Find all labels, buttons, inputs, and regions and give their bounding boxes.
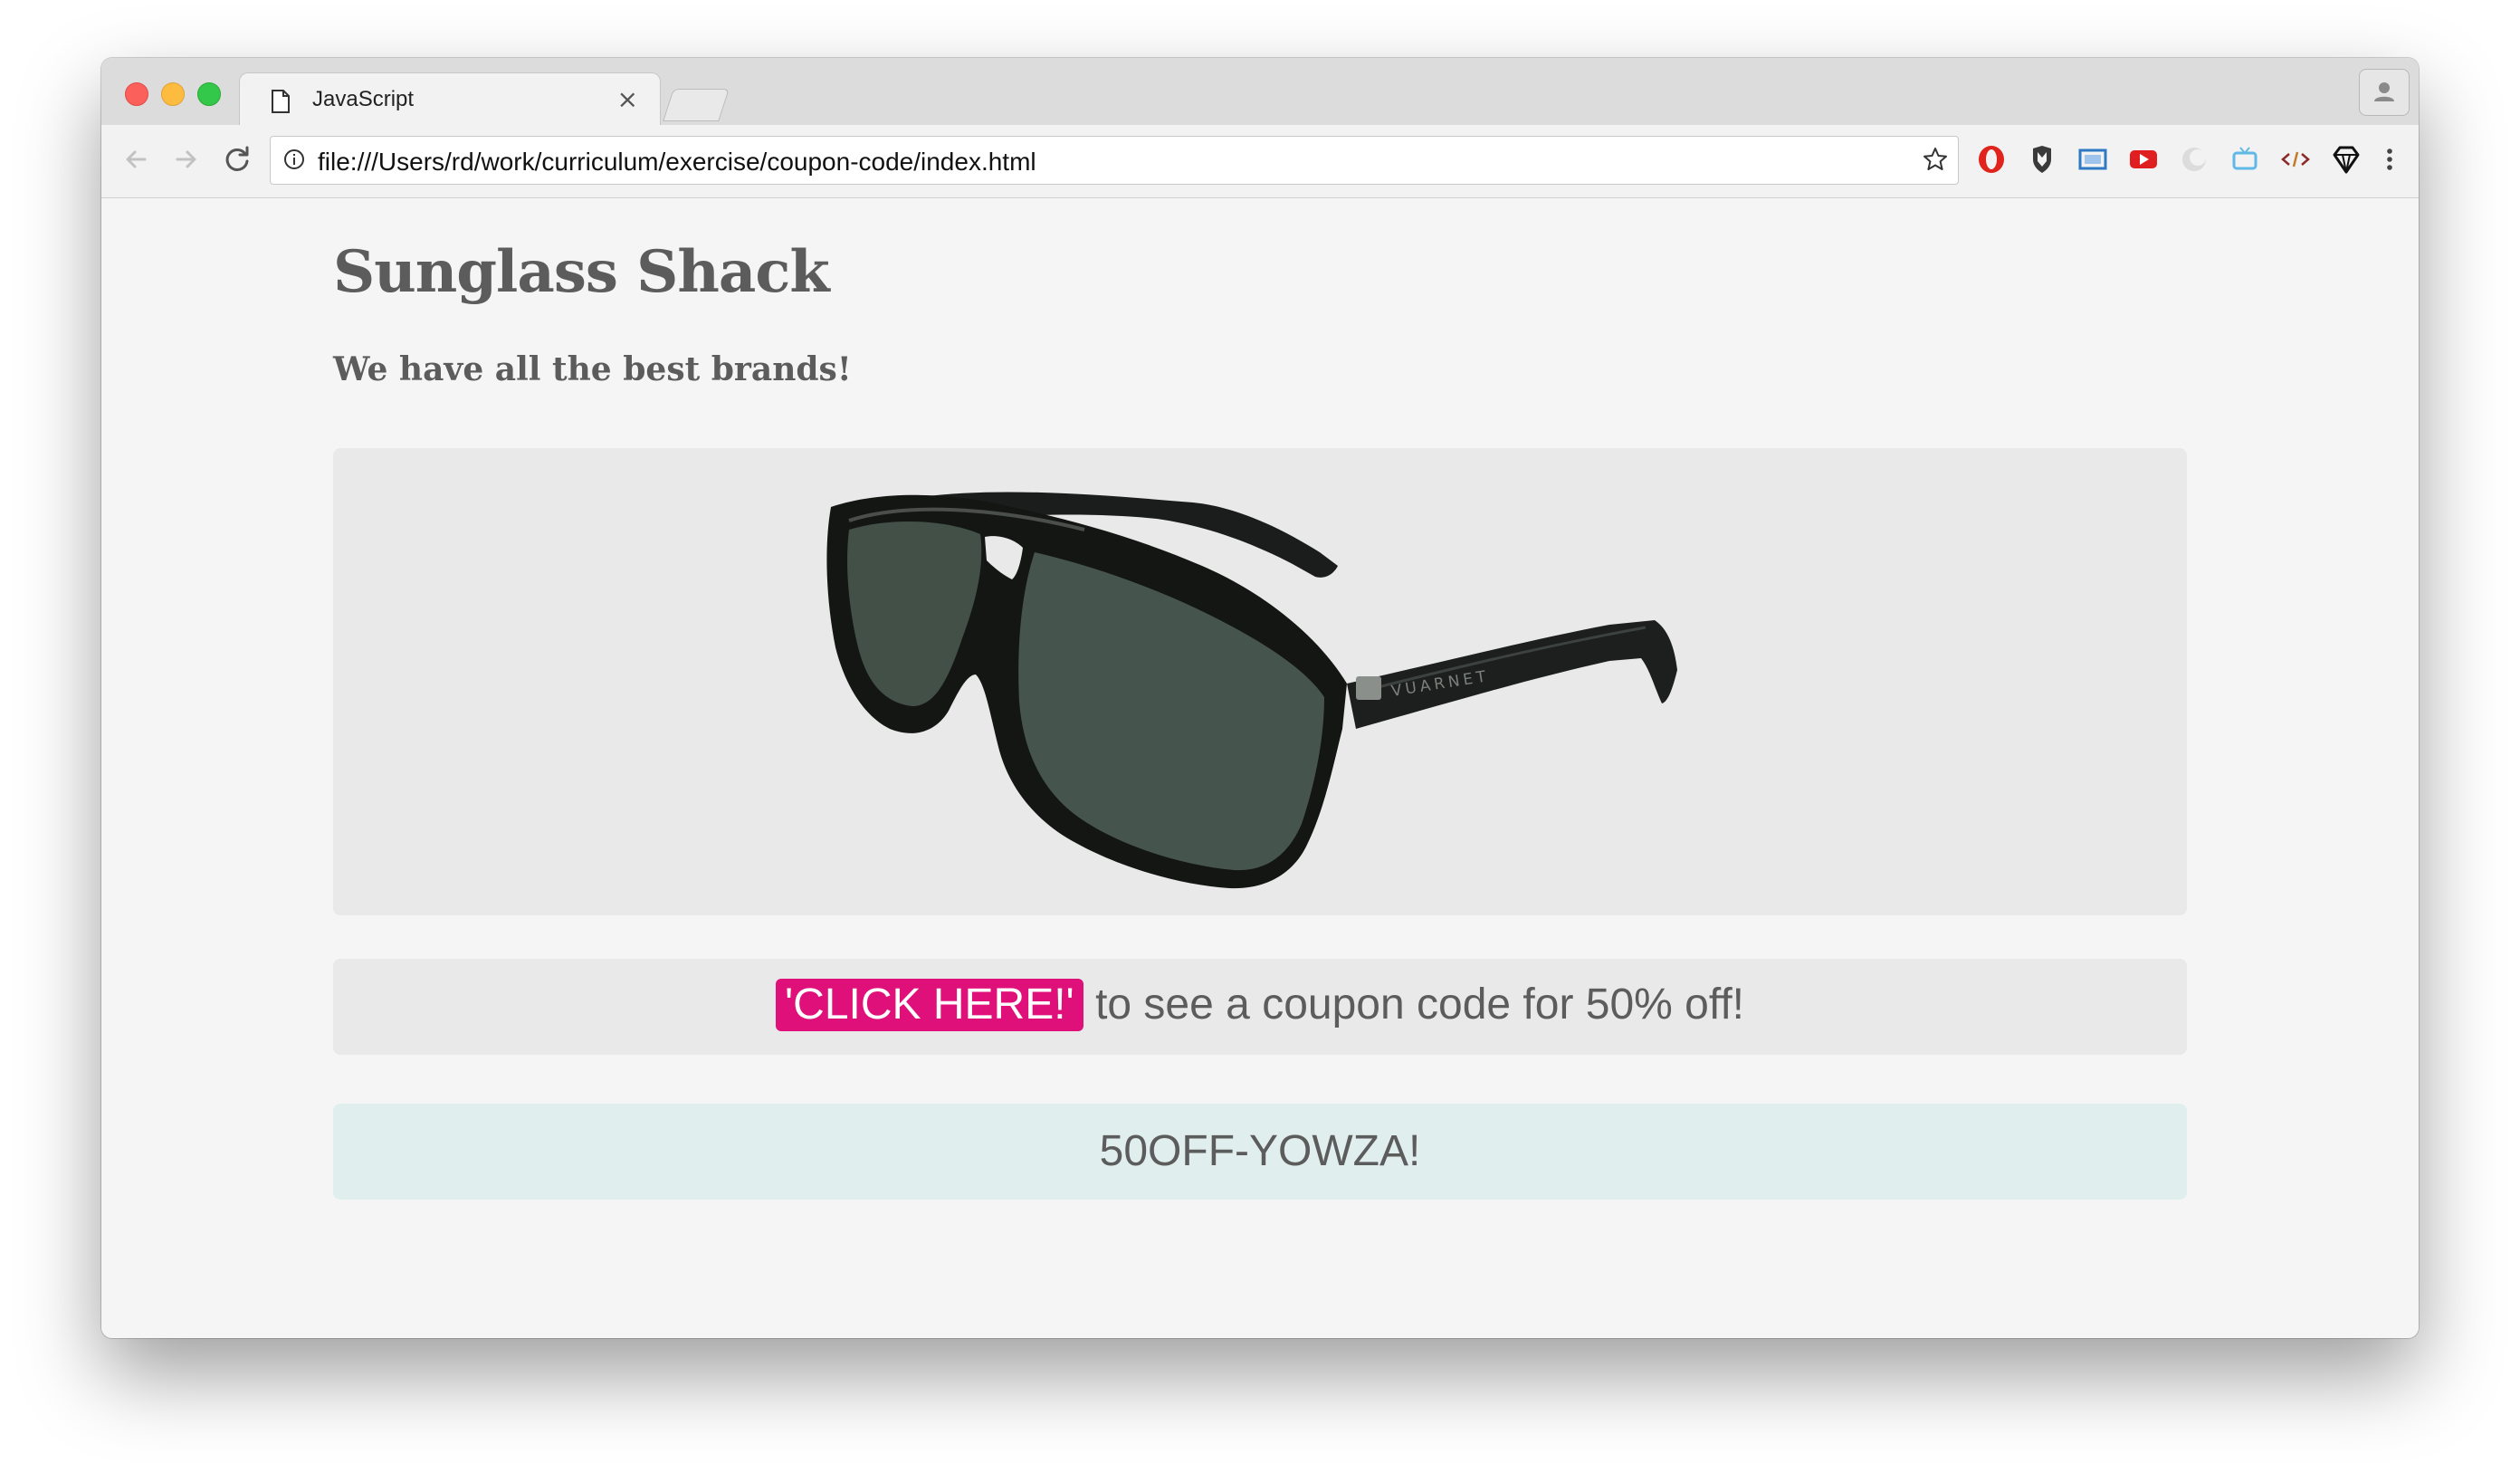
ghost-icon[interactable] — [2178, 143, 2210, 176]
sunglasses-image: VUARNET — [826, 492, 1677, 889]
new-tab-button[interactable] — [663, 89, 730, 121]
click-here-button[interactable]: 'CLICK HERE!' — [775, 979, 1083, 1032]
person-icon — [2374, 82, 2394, 101]
coupon-prompt-bar: 'CLICK HERE!' to see a coupon code for 5… — [333, 959, 2187, 1055]
page-content: Sunglass Shack We have all the best bran… — [101, 198, 2419, 1338]
browser-toolbar: file:///Users/rd/work/curriculum/exercis… — [101, 125, 2419, 198]
coupon-prompt-text: to see a coupon code for 50% off! — [1095, 981, 1745, 1029]
title-bar: JavaScript × — [101, 58, 2419, 126]
opera-icon[interactable] — [1975, 143, 2008, 176]
bookmark-star-icon[interactable] — [1922, 146, 1949, 173]
page-title: Sunglass Shack — [333, 238, 830, 306]
tab-javascript[interactable]: JavaScript × — [239, 72, 661, 126]
close-tab-button[interactable]: × — [617, 84, 638, 114]
tab-title: JavaScript — [312, 87, 415, 111]
screen-capture-icon[interactable] — [2076, 143, 2109, 176]
coupon-code-text: 50OFF-YOWZA! — [1099, 1127, 1421, 1175]
tagline: We have all the best brands! — [333, 350, 852, 388]
shield-icon[interactable] — [2026, 143, 2058, 176]
zoom-window-button[interactable] — [197, 82, 221, 106]
coupon-code-display: 50OFF-YOWZA! — [333, 1104, 2187, 1200]
forward-arrow-icon[interactable] — [168, 141, 205, 177]
profile-button[interactable] — [2359, 69, 2410, 116]
info-icon[interactable] — [283, 148, 305, 170]
youtube-icon[interactable] — [2127, 143, 2160, 176]
diamond-icon[interactable] — [2330, 143, 2362, 176]
url-text[interactable]: file:///Users/rd/work/curriculum/exercis… — [318, 148, 1036, 177]
product-image-panel: VUARNET — [333, 448, 2187, 915]
back-arrow-icon[interactable] — [118, 141, 154, 177]
document-icon — [272, 90, 290, 113]
menu-icon[interactable] — [2373, 143, 2406, 176]
close-window-button[interactable] — [125, 82, 148, 106]
minimize-window-button[interactable] — [161, 82, 185, 106]
reload-icon[interactable] — [219, 141, 255, 177]
address-bar[interactable]: file:///Users/rd/work/curriculum/exercis… — [270, 136, 1959, 185]
code-icon[interactable] — [2279, 143, 2312, 176]
tv-icon[interactable] — [2229, 143, 2261, 176]
browser-window: JavaScript × file:///Users/rd/work/curri… — [101, 58, 2419, 1338]
